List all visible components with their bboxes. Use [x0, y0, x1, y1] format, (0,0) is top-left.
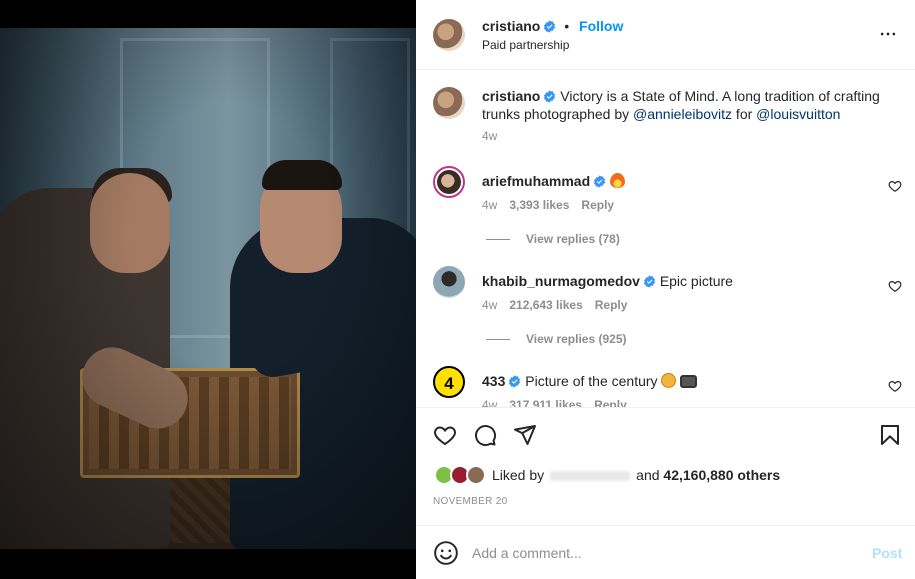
replies-line — [486, 239, 510, 241]
comment-avatar[interactable]: 4 — [433, 366, 465, 398]
post-actions: Liked by and 42,160,880 others NOVEMBER 2… — [416, 407, 915, 525]
emoji-smile-icon[interactable] — [433, 540, 459, 566]
author-username[interactable]: cristiano — [482, 18, 540, 34]
replies-line — [486, 339, 510, 341]
comment-likes[interactable]: 317,911 likes — [509, 398, 582, 407]
comment-avatar[interactable] — [433, 166, 465, 198]
ellipsis-icon — [880, 32, 896, 36]
comment-username[interactable]: 433 — [482, 373, 505, 389]
post-header: cristiano • Follow Paid partnership — [416, 0, 915, 70]
reply-button[interactable]: Reply — [594, 398, 627, 407]
post-date[interactable]: NOVEMBER 20 — [433, 496, 507, 507]
liker-avatar — [466, 465, 486, 485]
comment-text: khabib_nurmagomedov Epic picture — [482, 273, 733, 289]
comment-username[interactable]: ariefmuhammad — [482, 173, 590, 189]
follow-button[interactable]: Follow — [579, 18, 623, 34]
post-comment-button[interactable]: Post — [872, 545, 902, 561]
comment-username[interactable]: khabib_nurmagomedov — [482, 273, 640, 289]
comment-time[interactable]: 4w — [482, 298, 497, 312]
liked-by-connector: and — [636, 467, 660, 483]
comment-input[interactable] — [472, 540, 852, 566]
comment-avatar[interactable] — [433, 266, 465, 298]
view-replies-label: View replies (78) — [526, 232, 620, 246]
like-comment-heart-icon[interactable] — [888, 279, 902, 293]
verified-badge-icon — [594, 175, 606, 188]
likes-count[interactable]: 42,160,880 others — [663, 467, 780, 483]
save-bookmark-icon[interactable] — [878, 423, 902, 447]
like-comment-heart-icon[interactable] — [888, 379, 902, 393]
comments-list[interactable]: cristiano Victory is a State of Mind. A … — [416, 71, 915, 407]
caption-text: cristiano Victory is a State of Mind. A … — [482, 87, 902, 123]
comment-item: 4 433 Picture of the century 4w 317,911 l… — [416, 366, 915, 407]
comment-meta: 4w 3,393 likes Reply — [482, 198, 626, 212]
comment-time[interactable]: 4w — [482, 198, 497, 212]
fire-emoji-icon — [610, 173, 626, 188]
caption-avatar[interactable] — [433, 87, 465, 119]
comment-item: khabib_nurmagomedov Epic picture 4w 212,6… — [416, 266, 915, 356]
like-comment-heart-icon[interactable] — [888, 179, 902, 193]
reply-button[interactable]: Reply — [595, 298, 628, 312]
caption-timestamp[interactable]: 4w — [482, 129, 497, 143]
comment-meta: 4w 212,643 likes Reply — [482, 298, 639, 312]
view-replies-button[interactable]: View replies (78) — [482, 232, 620, 246]
separator-dot: • — [564, 18, 570, 34]
liker-username-redacted[interactable] — [550, 471, 631, 482]
author-line: cristiano • Follow — [482, 18, 623, 34]
comment-bubble-icon[interactable] — [473, 423, 497, 447]
comment-time[interactable]: 4w — [482, 398, 497, 407]
post-photo[interactable] — [0, 28, 416, 549]
like-heart-icon[interactable] — [433, 423, 457, 447]
comment-body: Epic picture — [659, 273, 733, 289]
verified-badge-icon — [643, 275, 655, 288]
caption-body: for — [732, 106, 757, 122]
liked-by-text: Liked by and 42,160,880 others — [492, 467, 780, 483]
comment-text: 433 Picture of the century — [482, 373, 698, 389]
caption-username[interactable]: cristiano — [482, 88, 540, 104]
share-send-icon[interactable] — [513, 423, 537, 447]
more-options-icon[interactable] — [878, 24, 898, 44]
mention-link[interactable]: @annieleibovitz — [633, 106, 732, 122]
comment-likes[interactable]: 212,643 likes — [509, 298, 582, 312]
author-avatar[interactable] — [433, 19, 465, 51]
liked-by-prefix: Liked by — [492, 467, 545, 483]
camera-emoji-icon — [680, 375, 698, 388]
verified-badge-icon — [544, 20, 556, 33]
post-details-panel: cristiano • Follow Paid partnership cris… — [416, 0, 915, 579]
comment-likes[interactable]: 3,393 likes — [509, 198, 569, 212]
add-comment-bar: Post — [416, 525, 915, 579]
verified-badge-icon — [509, 375, 521, 388]
mention-link[interactable]: @louisvuitton — [756, 106, 840, 122]
liked-by-avatars[interactable] — [434, 465, 486, 485]
paid-partnership-label[interactable]: Paid partnership — [482, 38, 569, 52]
comment-body: Picture of the century — [525, 373, 658, 389]
star-struck-emoji-icon — [661, 373, 677, 388]
comment-text: ariefmuhammad — [482, 173, 626, 189]
comment-item: ariefmuhammad 4w 3,393 likes Reply View re… — [416, 166, 915, 256]
verified-badge-icon — [544, 90, 556, 103]
comment-meta: 4w 317,911 likes Reply — [482, 398, 639, 407]
view-replies-label: View replies (925) — [526, 332, 627, 346]
view-replies-button[interactable]: View replies (925) — [482, 332, 627, 346]
reply-button[interactable]: Reply — [581, 198, 614, 212]
photo-vignette — [0, 28, 416, 549]
instagram-post-modal: cristiano • Follow Paid partnership cris… — [0, 0, 915, 579]
